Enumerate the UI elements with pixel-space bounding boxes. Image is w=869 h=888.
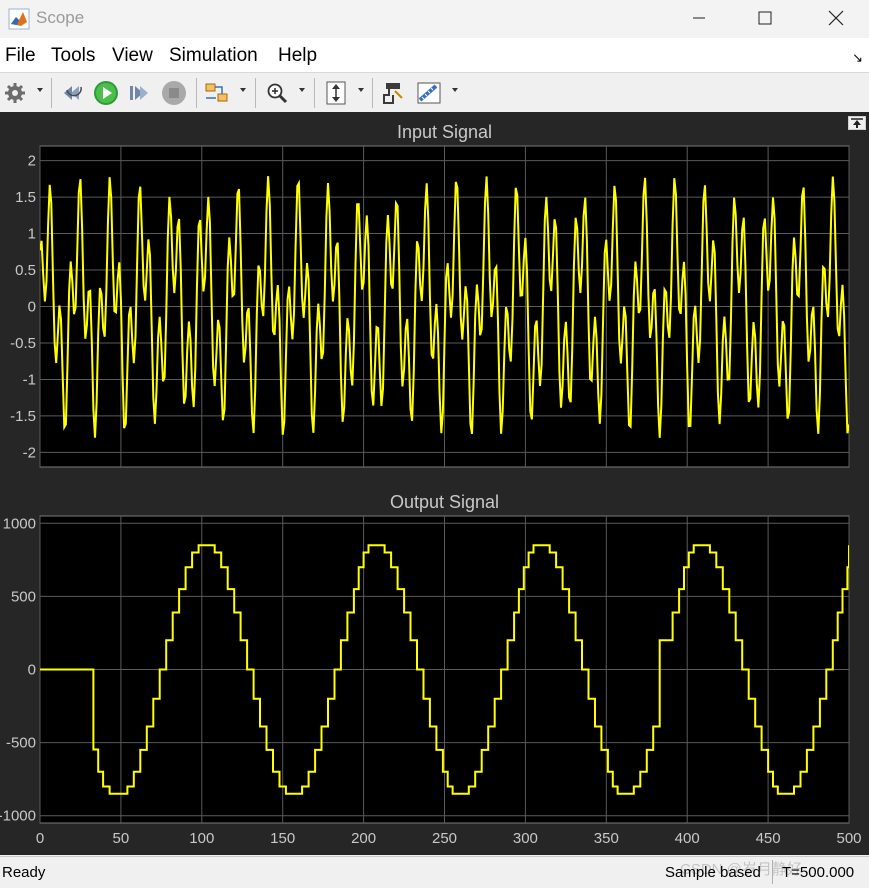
minimize-icon — [693, 17, 705, 19]
highlight-block-icon — [383, 83, 403, 104]
run-icon — [94, 81, 118, 105]
dock-arrow-icon[interactable]: ↘ — [852, 50, 863, 66]
zoom-icon — [267, 83, 288, 104]
measurements-icon — [417, 82, 441, 104]
toolbar-separator — [196, 78, 197, 108]
menu-file[interactable]: File — [5, 45, 36, 67]
zoom-button[interactable] — [263, 79, 291, 107]
measurements-dropdown-icon[interactable] — [452, 88, 458, 92]
measurements-button[interactable] — [414, 79, 444, 107]
settings-button[interactable] — [3, 79, 27, 107]
step-back-icon — [64, 86, 82, 100]
toolbar-separator — [255, 78, 256, 108]
run-button[interactable] — [92, 79, 120, 107]
step-back-button[interactable] — [60, 79, 86, 107]
window-title: Scope — [36, 8, 85, 27]
maximize-button[interactable] — [742, 0, 788, 36]
autoscale-dropdown-icon[interactable] — [358, 88, 364, 92]
stop-icon — [162, 81, 186, 105]
signal-selector-button[interactable] — [203, 79, 231, 107]
minimize-button[interactable] — [676, 0, 722, 36]
menu-help[interactable]: Help — [278, 45, 317, 67]
toolbar-separator — [372, 78, 373, 108]
status-mode: Sample based — [665, 864, 761, 881]
signal-selector-icon — [205, 83, 228, 102]
highlight-block-button[interactable] — [379, 79, 407, 107]
menu-simulation[interactable]: Simulation — [169, 45, 258, 67]
step-forward-button[interactable] — [126, 79, 152, 107]
undock-icon[interactable] — [848, 116, 866, 130]
autoscale-icon — [326, 81, 346, 105]
menu-view[interactable]: View — [112, 45, 153, 67]
title-bar: Scope — [0, 0, 869, 38]
gear-icon — [5, 83, 25, 103]
zoom-dropdown-icon[interactable] — [299, 88, 305, 92]
matlab-icon — [8, 8, 30, 30]
step-forward-icon — [130, 86, 148, 100]
status-time: T=500.000 — [782, 864, 855, 881]
maximize-icon — [758, 11, 772, 25]
status-ready: Ready — [2, 864, 46, 881]
close-icon — [828, 10, 844, 26]
toolbar-separator — [51, 78, 52, 108]
stop-button[interactable] — [160, 79, 188, 107]
autoscale-button[interactable] — [322, 79, 350, 107]
settings-dropdown-icon[interactable] — [37, 88, 43, 92]
scope-display — [0, 112, 869, 855]
signal-selector-dropdown-icon[interactable] — [240, 88, 246, 92]
status-divider — [772, 860, 773, 884]
close-button[interactable] — [813, 0, 859, 36]
toolbar-separator — [314, 78, 315, 108]
menu-tools[interactable]: Tools — [51, 45, 95, 67]
